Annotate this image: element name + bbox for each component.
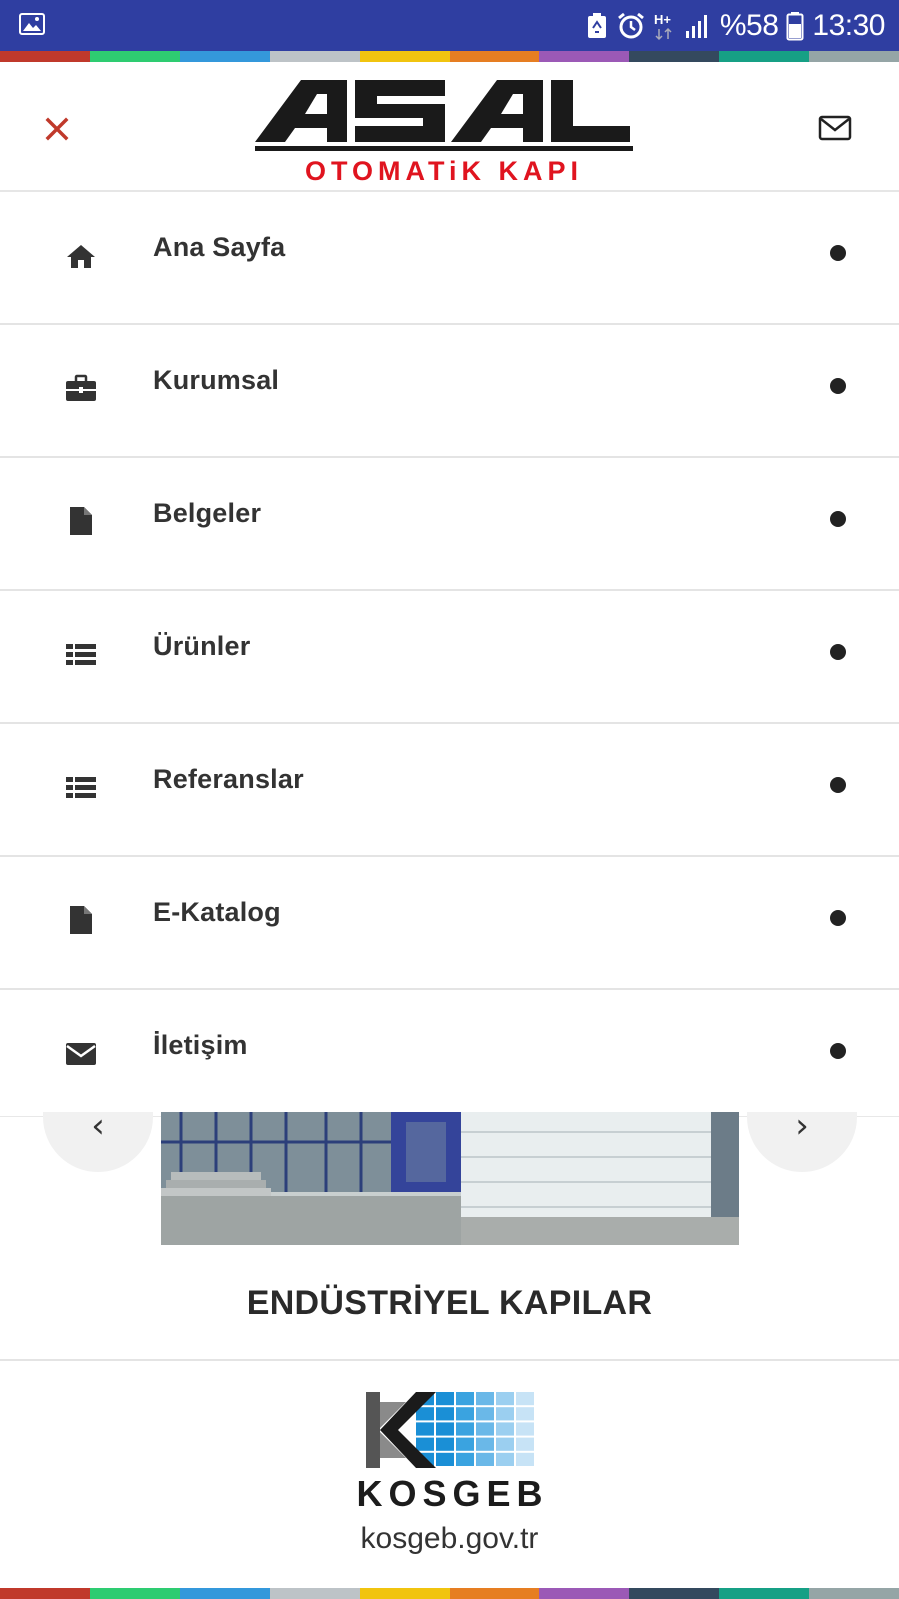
menu-item-label: Ürünler (153, 631, 251, 661)
stripe-segment (629, 1588, 720, 1599)
bullet-dot-icon (830, 644, 846, 660)
stripe-segment (89, 1588, 180, 1599)
bullet-dot-icon (830, 378, 846, 394)
menu-item-label: İletişim (153, 1030, 248, 1060)
document-icon (64, 506, 98, 536)
stripe-segment (89, 51, 180, 62)
menu-item[interactable]: Belgeler (0, 458, 899, 591)
menu-item[interactable]: İletişim (0, 990, 899, 1117)
menu-item[interactable]: Ana Sayfa (0, 192, 899, 325)
section-title: ENDÜSTRİYEL KAPILAR (246, 1284, 653, 1322)
briefcase-icon (64, 373, 98, 403)
kosgeb-logo[interactable] (366, 1392, 536, 1468)
document-icon (64, 905, 98, 935)
stripe-segment (269, 51, 360, 62)
stripe-segment (179, 1588, 270, 1599)
close-icon[interactable] (40, 112, 74, 146)
image-slider: ‹ › (0, 1112, 899, 1247)
clock: 13:30 (812, 8, 885, 42)
gallery-icon (19, 13, 45, 35)
menu-item-label: Ana Sayfa (153, 232, 286, 262)
color-stripe-bottom (0, 1588, 899, 1599)
slider-prev-button[interactable]: ‹ (43, 1112, 153, 1172)
industrial-door-photo (161, 1112, 739, 1245)
stripe-segment (0, 51, 90, 62)
color-stripe-top (0, 51, 899, 62)
bullet-dot-icon (830, 245, 846, 261)
slider-next-button[interactable]: › (747, 1112, 857, 1172)
logo-subtitle: OTOMATiK KAPI (305, 156, 583, 185)
battery-saver-icon (587, 12, 606, 38)
menu-item[interactable]: E-Katalog (0, 857, 899, 990)
bullet-dot-icon (830, 910, 846, 926)
alarm-icon (617, 12, 644, 38)
stripe-segment (809, 51, 899, 62)
list-icon (64, 772, 98, 802)
stripe-segment (359, 51, 450, 62)
list-icon (64, 639, 98, 669)
signal-icon (685, 14, 707, 38)
menu-item-label: Referanslar (153, 764, 304, 794)
kosgeb-name: KOSGEB (356, 1473, 549, 1514)
chevron-right-icon: › (795, 1112, 809, 1146)
menu-item-label: E-Katalog (153, 897, 281, 927)
stripe-segment (179, 51, 270, 62)
stripe-segment (539, 51, 630, 62)
menu-item[interactable]: Kurumsal (0, 325, 899, 458)
menu-item-label: Kurumsal (153, 365, 280, 395)
stripe-segment (359, 1588, 450, 1599)
asal-logo: OTOMATiK KAPI (255, 80, 633, 185)
stripe-segment (719, 51, 810, 62)
kosgeb-link[interactable]: kosgeb.gov.tr (0, 1522, 899, 1556)
envelope-icon (64, 1038, 98, 1068)
bullet-dot-icon (830, 1043, 846, 1059)
menu-item[interactable]: Referanslar (0, 724, 899, 857)
bullet-dot-icon (830, 777, 846, 793)
svg-text:H+: H+ (654, 12, 671, 27)
mail-icon[interactable] (818, 114, 852, 142)
stripe-segment (449, 51, 540, 62)
stripe-segment (539, 1588, 630, 1599)
stripe-segment (269, 1588, 360, 1599)
header: OTOMATiK KAPI (0, 62, 899, 192)
stripe-segment (719, 1588, 810, 1599)
menu-item-label: Belgeler (153, 498, 262, 528)
home-icon (64, 240, 98, 270)
stripe-segment (629, 51, 720, 62)
battery-icon (786, 11, 804, 40)
stripe-segment (0, 1588, 90, 1599)
stripe-segment (809, 1588, 899, 1599)
network-h-plus-icon: H+ (654, 12, 672, 40)
battery-percent: %58 (719, 8, 779, 42)
nav-menu: Ana Sayfa Kurumsal Belgeler Ürünler Referans… (0, 192, 899, 1117)
menu-item[interactable]: Ürünler (0, 591, 899, 724)
chevron-left-icon: ‹ (91, 1112, 105, 1146)
bullet-dot-icon (830, 511, 846, 527)
status-bar: H+ %58 13:30 (0, 0, 899, 51)
stripe-segment (449, 1588, 540, 1599)
divider (0, 1359, 899, 1361)
